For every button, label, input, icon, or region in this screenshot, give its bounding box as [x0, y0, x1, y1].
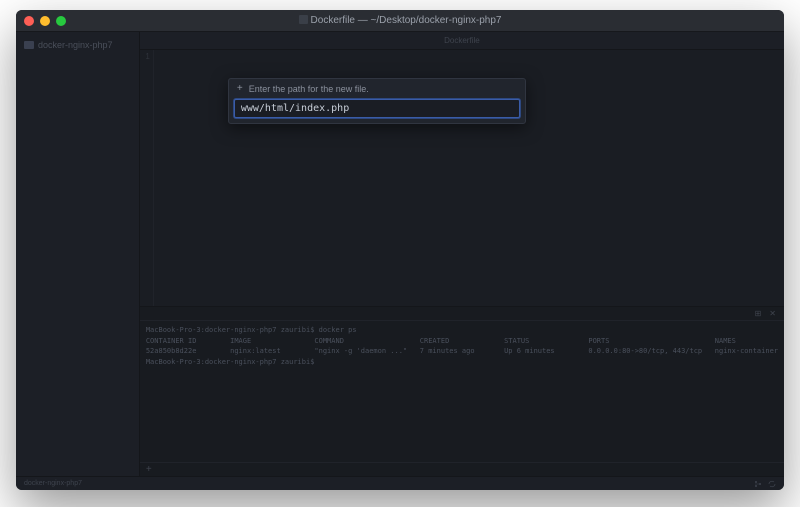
terminal-panel: ⊞ ✕ MacBook-Pro-3:docker-nginx-php7 zaur… [140, 306, 784, 476]
folder-icon [24, 41, 34, 49]
titlebar: Dockerfile — ~/Desktop/docker-nginx-php7 [16, 10, 784, 32]
new-file-modal: + Enter the path for the new file. [228, 78, 526, 124]
tab-active[interactable]: Dockerfile [444, 36, 480, 45]
editor-area: Dockerfile 1 + Enter the path for the ne… [140, 32, 784, 476]
terminal-footer: + [140, 462, 784, 476]
statusbar-right [754, 480, 776, 488]
minimize-icon[interactable] [40, 16, 50, 26]
statusbar-left: docker-nginx-php7 [24, 480, 82, 487]
terminal-line: MacBook-Pro-3:docker-nginx-php7 zauribi$… [146, 325, 778, 336]
window-title-text: Dockerfile — ~/Desktop/docker-nginx-php7 [311, 15, 502, 26]
maximize-icon[interactable] [56, 16, 66, 26]
modal-header: + Enter the path for the new file. [229, 79, 525, 98]
main-body: docker-nginx-php7 Dockerfile 1 + Enter t… [16, 32, 784, 476]
line-number: 1 [140, 50, 153, 63]
traffic-lights [24, 16, 66, 26]
git-icon[interactable] [754, 480, 762, 488]
window-title: Dockerfile — ~/Desktop/docker-nginx-php7 [24, 15, 776, 26]
statusbar: docker-nginx-php7 [16, 476, 784, 490]
tab-bar[interactable]: Dockerfile [140, 32, 784, 50]
terminal-split-icon[interactable]: ⊞ [755, 309, 762, 318]
tree-root-label: docker-nginx-php7 [38, 40, 113, 50]
modal-prompt: Enter the path for the new file. [249, 84, 369, 94]
app-window: Dockerfile — ~/Desktop/docker-nginx-php7… [16, 10, 784, 490]
file-icon [299, 15, 308, 24]
gutter: 1 [140, 50, 154, 306]
terminal-header: ⊞ ✕ [140, 307, 784, 321]
plus-icon: + [237, 83, 243, 94]
terminal-line: CONTAINER ID IMAGE COMMAND CREATED STATU… [146, 336, 778, 347]
editor[interactable]: 1 + Enter the path for the new file. [140, 50, 784, 306]
terminal-add-icon[interactable]: + [146, 464, 152, 475]
terminal-line: 52a850b8d22e nginx:latest "nginx -g 'dae… [146, 346, 778, 357]
terminal-body[interactable]: MacBook-Pro-3:docker-nginx-php7 zauribi$… [140, 321, 784, 462]
terminal-line: MacBook-Pro-3:docker-nginx-php7 zauribi$ [146, 357, 778, 368]
new-file-path-input[interactable] [234, 99, 520, 118]
tree-root-item[interactable]: docker-nginx-php7 [16, 38, 139, 52]
close-icon[interactable] [24, 16, 34, 26]
sync-icon[interactable] [768, 480, 776, 488]
terminal-close-icon[interactable]: ✕ [769, 309, 776, 318]
sidebar[interactable]: docker-nginx-php7 [16, 32, 140, 476]
